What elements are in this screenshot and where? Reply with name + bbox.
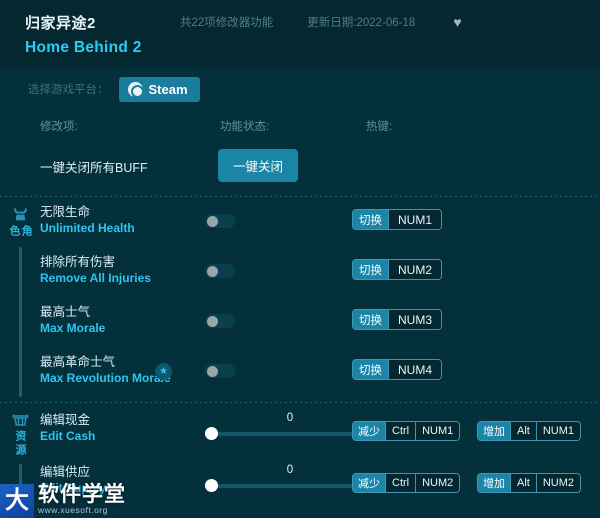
decrease-key-label: NUM2 (415, 474, 459, 492)
disable-all-buff-row: 一键关闭所有BUFF 一键关闭 (0, 144, 600, 196)
column-header-status: 功能状态: (220, 118, 269, 134)
feature-row: 最高士气 Max Morale 切换 NUM3 (0, 297, 600, 347)
toggle-knob (207, 216, 218, 227)
feature-name-cn: 最高士气 (40, 305, 105, 321)
decrease-action-label: 减少 (353, 422, 385, 440)
hotkey-action-label: 切换 (353, 310, 388, 329)
hotkey-action-label: 切换 (353, 260, 388, 279)
resource-increase-hotkey[interactable]: 增加 Alt NUM1 (477, 421, 581, 441)
feature-hotkey[interactable]: 切换 NUM4 (352, 359, 442, 380)
toggle-knob (207, 316, 218, 327)
column-headers: 修改项: 功能状态: 热键: (0, 118, 600, 144)
feature-hotkey[interactable]: 切换 NUM3 (352, 309, 442, 330)
increase-action-label: 增加 (478, 474, 510, 492)
toggle-knob (207, 366, 218, 377)
platform-steam-label: Steam (149, 82, 188, 97)
slider-track[interactable] (205, 484, 375, 488)
hotkey-key-label: NUM4 (388, 360, 441, 379)
game-title-cn: 归家异途2 (25, 12, 143, 33)
feature-names: 最高革命士气 Max Revolution Morale (40, 355, 171, 386)
feature-name-en: Max Revolution Morale (40, 371, 171, 387)
hotkey-action-label: 切换 (353, 210, 388, 229)
feature-hotkey[interactable]: 切换 NUM2 (352, 259, 442, 280)
column-header-modify: 修改项: (40, 118, 78, 134)
header-top-row: 归家异途2 共22项修改器功能 更新日期:2022-06-18 ♥ (0, 9, 600, 35)
increase-action-label: 增加 (478, 422, 510, 440)
resource-row: 编辑现金 Edit Cash 0 减少 Ctrl NUM1 增加 Alt NUM… (0, 403, 600, 455)
slider-track[interactable] (205, 432, 375, 436)
resource-slider[interactable]: 0 (205, 465, 375, 488)
resource-value: 0 (205, 465, 375, 477)
resource-decrease-hotkey[interactable]: 减少 Ctrl NUM2 (352, 473, 460, 493)
hotkey-key-label: NUM1 (388, 210, 441, 229)
group-character: 角色 无限生命 Unlimited Health 切换 NUM1 排除所有伤害 … (0, 197, 600, 402)
app-header: 归家异途2 共22项修改器功能 更新日期:2022-06-18 ♥ Home B… (0, 0, 600, 68)
premium-star-icon: ★ (155, 363, 172, 380)
feature-name-cn: 排除所有伤害 (40, 255, 151, 271)
resource-names: 编辑供应 Edit Supply (40, 465, 106, 496)
platform-steam-button[interactable]: Steam (119, 77, 200, 102)
toggle-knob (207, 266, 218, 277)
game-title-en: Home Behind 2 (0, 39, 600, 57)
resource-name-cn: 编辑供应 (40, 465, 106, 481)
feature-toggle[interactable] (205, 264, 235, 278)
resource-decrease-hotkey[interactable]: 减少 Ctrl NUM1 (352, 421, 460, 441)
increase-modifier-label: Alt (510, 422, 536, 440)
hotkey-action-label: 切换 (353, 360, 388, 379)
steam-icon (128, 82, 143, 97)
increase-modifier-label: Alt (510, 474, 536, 492)
platform-label: 选择游戏平台： (28, 81, 109, 97)
decrease-modifier-label: Ctrl (385, 474, 415, 492)
feature-hotkey[interactable]: 切换 NUM1 (352, 209, 442, 230)
hotkey-key-label: NUM2 (388, 260, 441, 279)
feature-toggle[interactable] (205, 314, 235, 328)
increase-key-label: NUM1 (536, 422, 580, 440)
slider-knob[interactable] (205, 427, 218, 440)
resource-slider[interactable]: 0 (205, 413, 375, 436)
feature-name-cn: 无限生命 (40, 205, 135, 221)
column-header-hotkey: 热键: (366, 118, 392, 134)
group-resources: 资源 编辑现金 Edit Cash 0 减少 Ctrl NUM1 增加 (0, 403, 600, 513)
decrease-modifier-label: Ctrl (385, 422, 415, 440)
feature-row: 最高革命士气 Max Revolution Morale ★ 切换 NUM4 (0, 347, 600, 397)
resource-name-en: Edit Supply (40, 481, 106, 497)
hotkey-key-label: NUM3 (388, 310, 441, 329)
feature-name-en: Max Morale (40, 321, 105, 337)
disable-all-buff-label: 一键关闭所有BUFF (40, 157, 148, 176)
feature-names: 无限生命 Unlimited Health (40, 205, 135, 236)
resource-names: 编辑现金 Edit Cash (40, 413, 95, 444)
feature-name-en: Remove All Injuries (40, 271, 151, 287)
feature-toggle[interactable] (205, 214, 235, 228)
favorite-heart-icon[interactable]: ♥ (453, 15, 461, 29)
feature-row: 排除所有伤害 Remove All Injuries 切换 NUM2 (0, 247, 600, 297)
feature-name-en: Unlimited Health (40, 221, 135, 237)
trainer-window: 归家异途2 共22项修改器功能 更新日期:2022-06-18 ♥ Home B… (0, 0, 600, 518)
feature-name-cn: 最高革命士气 (40, 355, 171, 371)
disable-all-buff-button[interactable]: 一键关闭 (218, 149, 298, 182)
resource-name-en: Edit Cash (40, 429, 95, 445)
feature-names: 排除所有伤害 Remove All Injuries (40, 255, 151, 286)
decrease-action-label: 减少 (353, 474, 385, 492)
feature-toggle[interactable] (205, 364, 235, 378)
resource-increase-hotkey[interactable]: 增加 Alt NUM2 (477, 473, 581, 493)
slider-knob[interactable] (205, 479, 218, 492)
feature-count-label: 共22项修改器功能 (180, 14, 273, 30)
resource-name-cn: 编辑现金 (40, 413, 95, 429)
feature-row: 无限生命 Unlimited Health 切换 NUM1 (0, 197, 600, 247)
update-date-label: 更新日期:2022-06-18 (307, 14, 415, 30)
platform-selector-row: 选择游戏平台： Steam (0, 68, 600, 110)
resource-value: 0 (205, 413, 375, 425)
increase-key-label: NUM2 (536, 474, 580, 492)
decrease-key-label: NUM1 (415, 422, 459, 440)
resource-row: 编辑供应 Edit Supply 0 减少 Ctrl NUM2 增加 Alt N… (0, 455, 600, 507)
feature-names: 最高士气 Max Morale (40, 305, 105, 336)
